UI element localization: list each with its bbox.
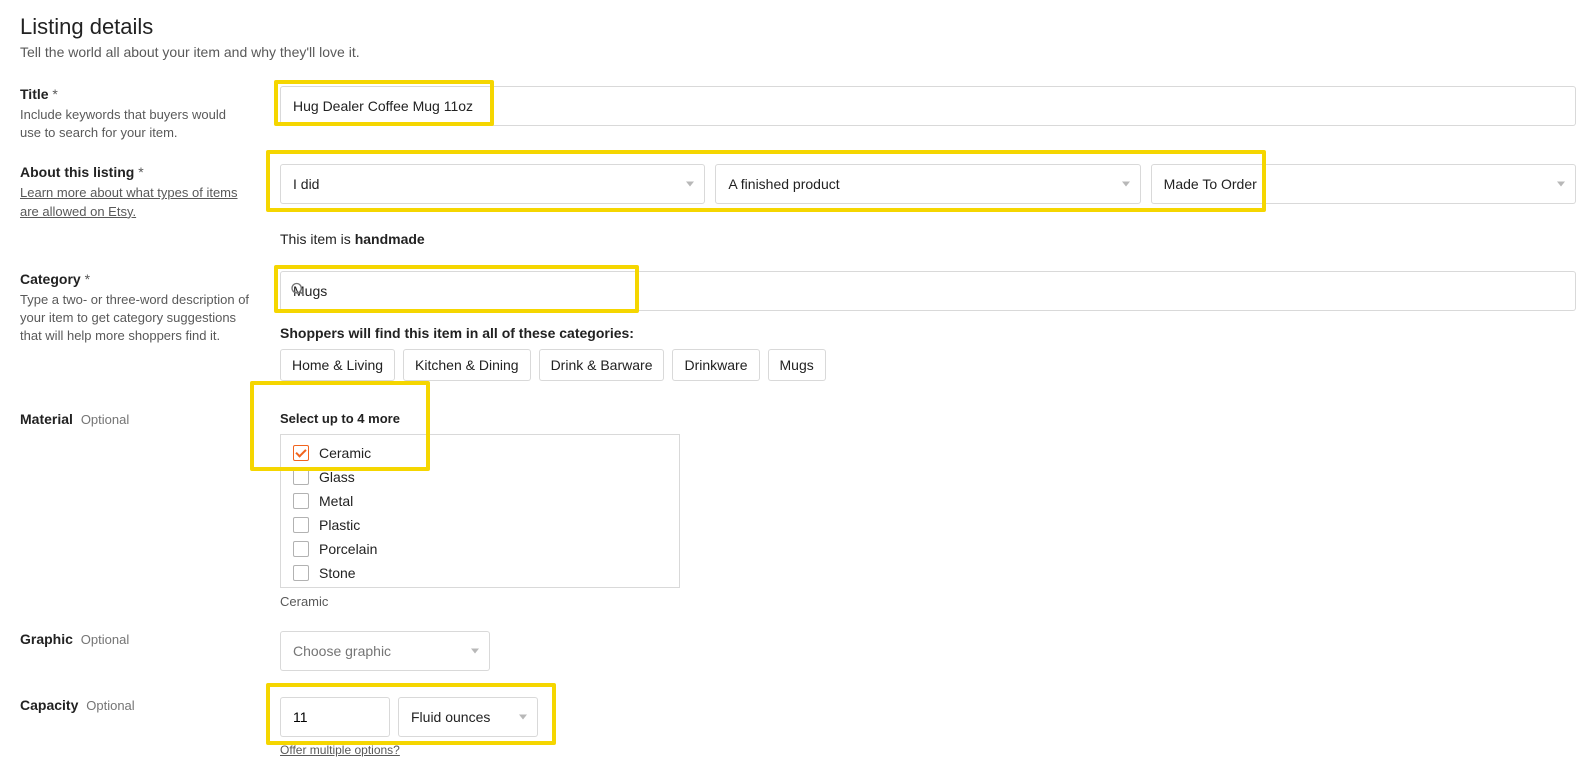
about-what-value: A finished product <box>728 176 839 192</box>
material-option[interactable]: Metal <box>281 489 679 513</box>
material-option[interactable]: Stone <box>281 561 679 585</box>
material-label: Material <box>20 411 73 427</box>
graphic-select[interactable]: Choose graphic <box>280 631 490 671</box>
capacity-optional: Optional <box>86 698 134 713</box>
category-chip[interactable]: Mugs <box>768 349 826 381</box>
graphic-optional: Optional <box>81 632 129 647</box>
material-option[interactable]: Ceramic <box>281 441 679 465</box>
material-option-label: Stone <box>319 565 356 581</box>
about-label: About this listing <box>20 164 250 180</box>
material-option-label: Ceramic <box>319 445 371 461</box>
about-when-value: Made To Order <box>1164 176 1257 192</box>
capacity-unit-select[interactable]: Fluid ounces <box>398 697 538 737</box>
title-help: Include keywords that buyers would use t… <box>20 106 250 142</box>
about-what-select[interactable]: A finished product <box>715 164 1140 204</box>
material-listbox[interactable]: Ceramic Glass Metal Plastic Porcelain Stone <box>280 434 680 588</box>
checkbox-icon[interactable] <box>293 445 309 461</box>
material-note: Select up to 4 more <box>280 411 1576 426</box>
material-selected-summary: Ceramic <box>280 594 1576 609</box>
title-label: Title <box>20 86 250 102</box>
graphic-placeholder: Choose graphic <box>293 643 391 659</box>
about-help-link[interactable]: Learn more about what types of items are… <box>20 185 238 218</box>
capacity-unit-value: Fluid ounces <box>411 709 490 725</box>
chevron-down-icon <box>519 714 527 719</box>
material-option[interactable]: Plastic <box>281 513 679 537</box>
capacity-label: Capacity <box>20 697 78 713</box>
capacity-value-input[interactable] <box>280 697 390 737</box>
graphic-label: Graphic <box>20 631 73 647</box>
checkbox-icon[interactable] <box>293 541 309 557</box>
category-label: Category <box>20 271 250 287</box>
material-option-label: Metal <box>319 493 353 509</box>
checkbox-icon[interactable] <box>293 469 309 485</box>
category-help: Type a two- or three-word description of… <box>20 291 250 346</box>
page-title: Listing details <box>20 14 1576 40</box>
about-when-select[interactable]: Made To Order <box>1151 164 1576 204</box>
chevron-down-icon <box>1557 182 1565 187</box>
about-who-value: I did <box>293 176 319 192</box>
chevron-down-icon <box>471 648 479 653</box>
material-option[interactable]: Glass <box>281 465 679 489</box>
title-input[interactable] <box>280 86 1576 126</box>
category-chip[interactable]: Home & Living <box>280 349 395 381</box>
chevron-down-icon <box>1122 182 1130 187</box>
search-icon <box>290 281 306 300</box>
checkbox-icon[interactable] <box>293 565 309 581</box>
checkbox-icon[interactable] <box>293 517 309 533</box>
category-find-note: Shoppers will find this item in all of t… <box>280 325 1576 341</box>
category-chip[interactable]: Drinkware <box>672 349 759 381</box>
page-subtitle: Tell the world all about your item and w… <box>20 44 1576 60</box>
checkbox-icon[interactable] <box>293 493 309 509</box>
material-option-label: Glass <box>319 469 355 485</box>
about-who-select[interactable]: I did <box>280 164 705 204</box>
material-optional: Optional <box>81 412 129 427</box>
category-chip[interactable]: Drink & Barware <box>539 349 665 381</box>
material-option-label: Porcelain <box>319 541 377 557</box>
category-search-input[interactable] <box>280 271 1576 311</box>
category-chip[interactable]: Kitchen & Dining <box>403 349 531 381</box>
offer-multiple-options-link[interactable]: Offer multiple options? <box>280 743 1576 757</box>
material-option-label: Plastic <box>319 517 360 533</box>
chevron-down-icon <box>686 182 694 187</box>
material-option[interactable]: Porcelain <box>281 537 679 561</box>
handmade-note: This item is handmade <box>280 231 1576 247</box>
